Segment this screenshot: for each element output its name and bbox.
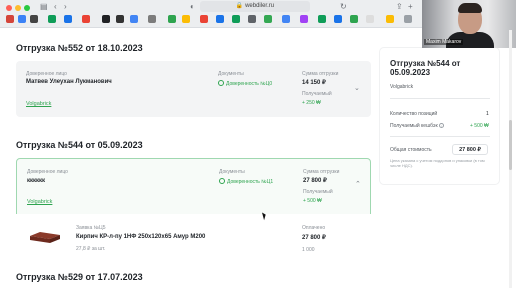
tab-favicon-icon[interactable] bbox=[386, 15, 394, 23]
share-icon[interactable]: ⇪ bbox=[396, 2, 403, 11]
document-link[interactable]: Доверенность №Ц0 bbox=[218, 80, 272, 87]
tab-favicon-icon[interactable] bbox=[248, 15, 256, 23]
tab-favicon-icon[interactable] bbox=[130, 15, 138, 23]
tab-favicon-icon[interactable] bbox=[168, 15, 176, 23]
order-number: Заявка №Ц5 bbox=[76, 225, 106, 231]
check-circle-icon bbox=[219, 178, 225, 184]
tab-favicon-icon[interactable] bbox=[216, 15, 224, 23]
chevron-down-icon[interactable]: ⌄ bbox=[354, 84, 360, 92]
product-row: Заявка №Ц5 Кирпич КР-л-пу 1НФ 250x120x65… bbox=[16, 214, 371, 254]
quantity-value: 1 000 bbox=[302, 247, 315, 253]
tab-favicon-icon[interactable] bbox=[200, 15, 208, 23]
chevron-up-icon[interactable]: ⌃ bbox=[355, 180, 361, 188]
cashback-label-text: Получаемый кешбэк bbox=[390, 123, 438, 129]
document-link-text: Доверенность №Ц0 bbox=[226, 81, 273, 87]
sum-label: Сумма отгрузки bbox=[303, 169, 340, 175]
order-summary-panel: Отгрузка №544 от 05.09.2023 Volgabrick К… bbox=[380, 48, 499, 184]
tab-favicon-icon[interactable] bbox=[318, 15, 326, 23]
tab-favicon-icon[interactable] bbox=[30, 15, 38, 23]
price-note: Цена указана с учетом поддонов и упаковк… bbox=[390, 158, 485, 168]
sum-value: 27 800 ₽ bbox=[303, 178, 327, 184]
trusted-person-label: Доверенное лицо bbox=[26, 71, 67, 77]
scrollbar-thumb[interactable] bbox=[509, 120, 512, 170]
tab-favicon-icon[interactable] bbox=[18, 15, 26, 23]
tab-favicon-icon[interactable] bbox=[116, 15, 124, 23]
cashback-label: Получаемый кешбэк i bbox=[390, 123, 445, 129]
trusted-person-label: Доверенное лицо bbox=[27, 169, 68, 175]
brick-product-image bbox=[30, 232, 60, 243]
person-hair bbox=[458, 3, 482, 13]
order-title: Отгрузка №552 от 18.10.2023 bbox=[16, 43, 143, 53]
documents-label: Документы bbox=[218, 71, 244, 77]
divider bbox=[390, 136, 490, 137]
forward-icon[interactable]: › bbox=[64, 2, 67, 11]
tab-favicon-icon[interactable] bbox=[282, 15, 290, 23]
summary-title: Отгрузка №544 от 05.09.2023 bbox=[390, 59, 461, 77]
tab-favicon-icon[interactable] bbox=[82, 15, 90, 23]
new-tab-icon[interactable]: + bbox=[408, 2, 413, 11]
total-label: Общая стоимость bbox=[390, 147, 432, 153]
tab-favicon-icon[interactable] bbox=[404, 15, 412, 23]
minimize-window-button[interactable] bbox=[15, 5, 21, 11]
positions-label: Количество позиций bbox=[390, 111, 438, 117]
tab-favicon-icon[interactable] bbox=[148, 15, 156, 23]
divider bbox=[390, 98, 490, 99]
tab-favicon-icon[interactable] bbox=[232, 15, 240, 23]
order-title: Отгрузка №544 от 05.09.2023 bbox=[16, 140, 143, 150]
close-window-button[interactable] bbox=[6, 5, 12, 11]
sum-label: Сумма отгрузки bbox=[302, 71, 339, 77]
order-title: Отгрузка №529 от 17.07.2023 bbox=[16, 272, 143, 282]
sidebar-icon[interactable]: ▤ bbox=[40, 2, 48, 11]
tab-favicon-icon[interactable] bbox=[350, 15, 358, 23]
check-circle-icon bbox=[218, 80, 224, 86]
participant-name: Maxim Makarov bbox=[424, 39, 464, 45]
received-value: + 500 ₩ bbox=[303, 198, 322, 204]
tab-favicon-icon[interactable] bbox=[366, 15, 374, 23]
paid-value: 27 800 ₽ bbox=[302, 235, 326, 241]
back-icon[interactable]: ‹ bbox=[54, 2, 57, 11]
order-card-expanded[interactable]: Доверенное лицо кккккк Документы Доверен… bbox=[16, 158, 371, 222]
sum-value: 14 150 ₽ bbox=[302, 80, 326, 86]
tab-favicon-icon[interactable] bbox=[102, 15, 110, 23]
tab-favicon-icon[interactable] bbox=[300, 15, 308, 23]
address-bar[interactable]: 🔒 webdiler.ru bbox=[200, 1, 310, 12]
received-value: + 250 ₩ bbox=[302, 100, 321, 106]
tab-favicon-icon[interactable] bbox=[264, 15, 272, 23]
shield-icon: ◐ bbox=[190, 2, 195, 11]
order-card[interactable]: Доверенное лицо Матвев Улеухан Лукманови… bbox=[16, 61, 371, 117]
total-value: 27 800 ₽ bbox=[452, 144, 488, 155]
tab-favicon-icon[interactable] bbox=[64, 15, 72, 23]
info-icon[interactable]: i bbox=[439, 123, 445, 129]
document-link[interactable]: Доверенность №Ц1 bbox=[219, 178, 273, 185]
url-text: webdiler.ru bbox=[245, 3, 275, 9]
trusted-person-value: кккккк bbox=[27, 178, 46, 184]
positions-value: 1 bbox=[486, 111, 489, 117]
received-label: Получаемый bbox=[302, 91, 332, 97]
summary-supplier: Volgabrick bbox=[390, 84, 414, 90]
video-call-overlay[interactable]: Maxim Makarov bbox=[422, 0, 516, 48]
maximize-window-button[interactable] bbox=[24, 5, 30, 11]
document-link-text: Доверенность №Ц1 bbox=[227, 179, 274, 185]
reload-icon[interactable]: ↻ bbox=[340, 2, 347, 11]
supplier-link[interactable]: Volgabrick bbox=[27, 199, 52, 205]
paid-label: Оплачено bbox=[302, 225, 326, 231]
cashback-value: + 500 ₩ bbox=[470, 123, 489, 129]
unit-price: 27,8 ₽ за шт. bbox=[76, 246, 106, 252]
tab-favicon-icon[interactable] bbox=[6, 15, 14, 23]
trusted-person-value: Матвев Улеухан Лукманович bbox=[26, 79, 112, 85]
documents-label: Документы bbox=[219, 169, 245, 175]
tab-favicon-icon[interactable] bbox=[334, 15, 342, 23]
tab-favicon-icon[interactable] bbox=[48, 15, 56, 23]
product-name[interactable]: Кирпич КР-л-пу 1НФ 250x120x65 Амур М200 bbox=[76, 234, 205, 240]
received-label: Получаемый bbox=[303, 189, 333, 195]
tab-favicon-icon[interactable] bbox=[182, 15, 190, 23]
supplier-link[interactable]: Volgabrick bbox=[26, 101, 51, 107]
